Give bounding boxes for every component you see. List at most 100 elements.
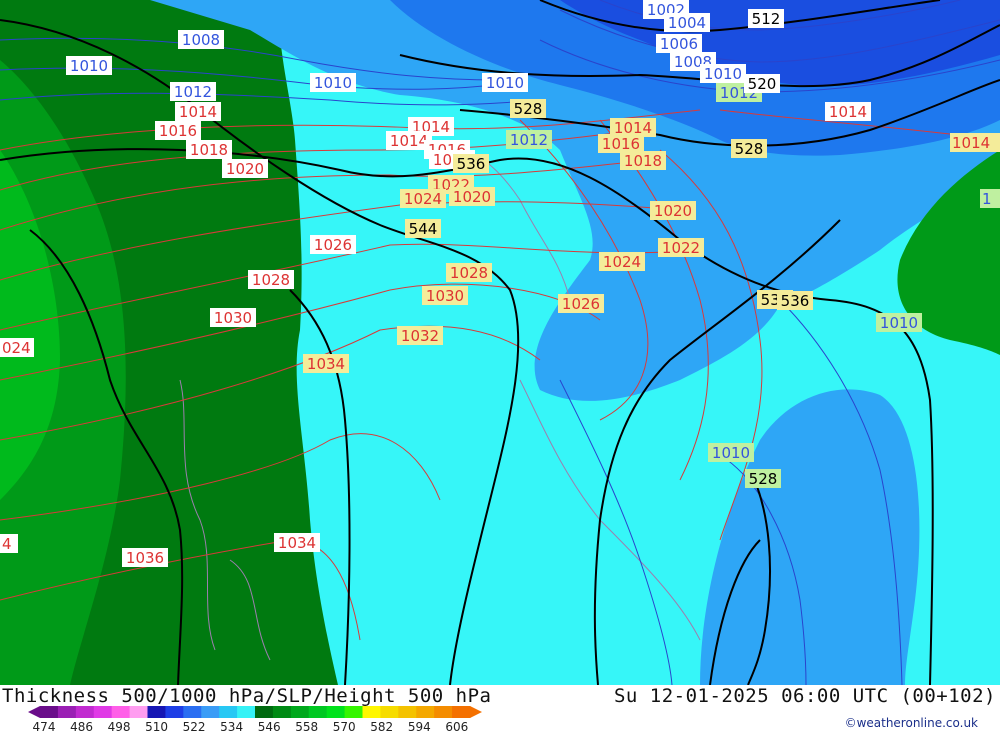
colorbar-tick-label: 486 bbox=[70, 720, 93, 733]
svg-text:1034: 1034 bbox=[307, 355, 345, 373]
svg-text:1030: 1030 bbox=[426, 287, 464, 305]
isobar-label: 1016 bbox=[155, 121, 201, 140]
svg-text:1026: 1026 bbox=[562, 295, 600, 313]
isobar-label: 1024 bbox=[599, 252, 645, 271]
svg-text:1034: 1034 bbox=[278, 534, 316, 552]
colorbar-swatch bbox=[183, 706, 202, 718]
svg-text:1010: 1010 bbox=[70, 57, 108, 75]
isobar-label: 1028 bbox=[446, 263, 492, 282]
isobar-label: 1004 bbox=[664, 13, 710, 32]
isobar-label: 024 bbox=[0, 338, 34, 357]
colorbar-tick-label: 474 bbox=[33, 720, 56, 733]
isobar-label: 1030 bbox=[422, 286, 468, 305]
isobar-label: 1032 bbox=[397, 326, 443, 345]
height-label: 512 bbox=[748, 9, 784, 28]
colorbar-swatch bbox=[165, 706, 184, 718]
svg-text:1018: 1018 bbox=[624, 152, 662, 170]
isobar-label: 1014 bbox=[950, 133, 1000, 152]
colorbar-swatch bbox=[255, 706, 274, 718]
colorbar-swatch bbox=[290, 706, 310, 718]
svg-text:4: 4 bbox=[2, 535, 12, 553]
isobar-label: 1018 bbox=[620, 151, 666, 170]
isobar-label: 1006 bbox=[656, 34, 702, 53]
isobar-label: 1030 bbox=[210, 308, 256, 327]
colorbar-swatch bbox=[362, 706, 381, 718]
colorbar-tick-label: 558 bbox=[295, 720, 318, 733]
colorbar-swatch bbox=[129, 706, 148, 718]
colorbar-tick-label: 546 bbox=[258, 720, 281, 733]
map-footer: Thickness 500/1000 hPa/SLP/Height 500 hP… bbox=[0, 685, 1000, 733]
isobar-label: 1016 bbox=[598, 134, 644, 153]
isobar-label: 1010 bbox=[700, 64, 746, 83]
svg-text:1014: 1014 bbox=[952, 134, 990, 152]
colorbar-swatch bbox=[93, 706, 113, 718]
colorbar-swatch bbox=[111, 706, 131, 718]
isobar-label: 1020 bbox=[222, 159, 268, 178]
svg-text:1028: 1028 bbox=[450, 264, 488, 282]
isobar-label: 1022 bbox=[658, 238, 704, 257]
isobar-label: 1018 bbox=[186, 140, 232, 159]
svg-text:1028: 1028 bbox=[252, 271, 290, 289]
colorbar-swatch bbox=[147, 706, 166, 718]
svg-text:1010: 1010 bbox=[486, 74, 524, 92]
colorbar-swatch bbox=[416, 706, 435, 718]
svg-text:1004: 1004 bbox=[668, 14, 706, 32]
svg-text:1020: 1020 bbox=[654, 202, 692, 220]
colorbar-arrow-left bbox=[28, 706, 40, 718]
svg-text:1016: 1016 bbox=[159, 122, 197, 140]
svg-text:1022: 1022 bbox=[662, 239, 700, 257]
svg-text:1020: 1020 bbox=[226, 160, 264, 178]
isobar-label: 1014 bbox=[175, 102, 221, 121]
height-label: 528 bbox=[745, 469, 781, 488]
credit-link[interactable]: ©weatheronline.co.uk bbox=[845, 716, 978, 730]
isobar-label: 1034 bbox=[274, 533, 320, 552]
colorbar-swatch bbox=[272, 706, 292, 718]
svg-text:1036: 1036 bbox=[126, 549, 164, 567]
svg-text:512: 512 bbox=[752, 10, 781, 28]
svg-text:536: 536 bbox=[781, 292, 810, 310]
colorbar-swatch bbox=[75, 706, 95, 718]
colorbar-swatch bbox=[40, 706, 59, 718]
height-label: 528 bbox=[510, 99, 546, 118]
colorbar-tick-label: 498 bbox=[108, 720, 131, 733]
svg-text:520: 520 bbox=[748, 75, 777, 93]
isobar-label: 1012 bbox=[506, 130, 552, 149]
chart-title: Thickness 500/1000 hPa/SLP/Height 500 hP… bbox=[2, 685, 492, 707]
colorbar-swatch bbox=[380, 706, 399, 718]
colorbar-tick-label: 594 bbox=[408, 720, 431, 733]
map-canvas: 1002 1004 1006 1008 1010 1008 1010 1012 … bbox=[0, 0, 1000, 685]
colorbar-swatch bbox=[326, 706, 346, 718]
svg-text:1006: 1006 bbox=[660, 35, 698, 53]
colorbar-tick-label: 570 bbox=[333, 720, 356, 733]
isobar-label: 1 bbox=[980, 189, 1000, 208]
isobar-label: 1010 bbox=[66, 56, 112, 75]
height-label: 528 bbox=[731, 139, 767, 158]
svg-text:1032: 1032 bbox=[401, 327, 439, 345]
colorbar-swatch bbox=[237, 706, 256, 718]
isobar-label: 1026 bbox=[310, 235, 356, 254]
colorbar-swatch bbox=[398, 706, 417, 718]
isobar-label: 1026 bbox=[558, 294, 604, 313]
isobar-label: 4 bbox=[0, 534, 18, 553]
colorbar-arrow-right bbox=[470, 706, 482, 718]
colorbar-swatch bbox=[434, 706, 453, 718]
isobar-label: 1028 bbox=[248, 270, 294, 289]
svg-text:1: 1 bbox=[982, 190, 992, 208]
isobar-label: 1014 bbox=[825, 102, 871, 121]
svg-text:528: 528 bbox=[735, 140, 764, 158]
isobar-label: 1036 bbox=[122, 548, 168, 567]
svg-text:1012: 1012 bbox=[510, 131, 548, 149]
isobar-label: 1020 bbox=[449, 187, 495, 206]
svg-text:536: 536 bbox=[457, 155, 486, 173]
valid-time: Su 12-01-2025 06:00 UTC (00+102) bbox=[613, 685, 996, 707]
svg-text:1024: 1024 bbox=[404, 190, 442, 208]
svg-text:1016: 1016 bbox=[602, 135, 640, 153]
isobar-label: 1008 bbox=[178, 30, 224, 49]
colorbar-swatch bbox=[219, 706, 238, 718]
svg-text:528: 528 bbox=[514, 100, 543, 118]
colorbar-tick-label: 606 bbox=[445, 720, 468, 733]
colorbar-ticks: 474 486 498 510 522 534 546 558 570 582 594 606 bbox=[33, 720, 469, 733]
svg-text:1024: 1024 bbox=[603, 253, 641, 271]
height-label: 544 bbox=[405, 219, 441, 238]
colorbar-tick-label: 534 bbox=[220, 720, 243, 733]
